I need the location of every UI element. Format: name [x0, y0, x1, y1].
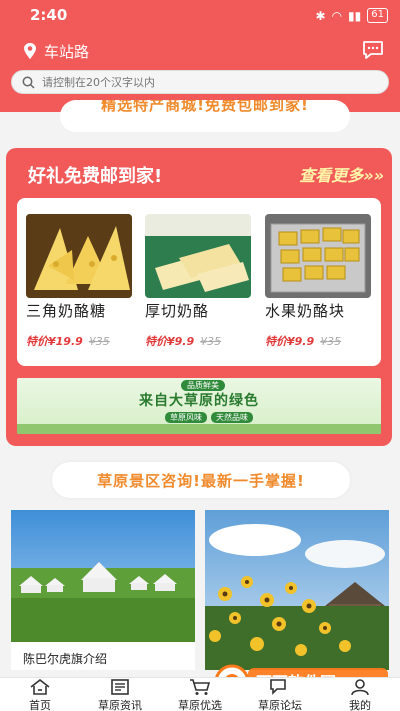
product-name: 厚切奶酪 [145, 302, 210, 320]
old-price: ¥35 [88, 335, 110, 348]
nav-profile[interactable]: 我的 [320, 678, 400, 711]
product-price: 特价¥9.9 ¥35 [145, 333, 253, 349]
article-title: 陈巴尔虎旗介绍 [23, 652, 108, 666]
product-name: 三角奶酪糖 [26, 302, 107, 320]
price-label: 特价 [26, 335, 48, 348]
location-pin-icon[interactable] [22, 42, 38, 60]
nav-label: 草原优选 [178, 699, 222, 711]
grass-decoration [17, 424, 381, 434]
view-more-label: 查看更多 [299, 166, 364, 185]
product-price: 特价¥19.9 ¥35 [26, 333, 134, 349]
nav-news[interactable]: 草原资讯 [80, 678, 160, 711]
product-image [265, 214, 371, 298]
old-price: ¥35 [320, 335, 342, 348]
price-label: 特价 [265, 335, 287, 348]
banner-sub-tag: 天然品味 [211, 412, 253, 423]
home-icon [30, 678, 50, 695]
gift-title: 好礼免费邮到家! [28, 166, 163, 187]
banner-sub-tags: 草原风味 天然品味 [165, 412, 253, 423]
location-selector[interactable]: 车站路 [44, 41, 89, 62]
fruit-cheese-image [265, 214, 371, 298]
search-input[interactable] [42, 73, 372, 91]
product-list: 三角奶酪糖 特价¥19.9 ¥35 厚切奶酪 特价¥9.9 ¥35 水果奶酪块 … [17, 198, 381, 366]
price-value: ¥9.9 [167, 335, 195, 348]
bluetooth-icon: ✱ [315, 8, 326, 23]
product-card[interactable]: 三角奶酪糖 特价¥19.9 ¥35 [26, 214, 134, 349]
nav-home[interactable]: 首页 [0, 678, 80, 711]
top-promo-text: 精选特产商城!免费包邮到家! [101, 100, 309, 114]
location-row: 车站路 [0, 36, 400, 64]
top-promo-banner[interactable]: 精选特产商城!免费包邮到家! [60, 100, 350, 132]
nav-forum[interactable]: 草原论坛 [240, 678, 320, 711]
wifi-icon: ◠ [331, 8, 343, 23]
yurt-grassland-image [11, 510, 195, 642]
nav-label: 草原论坛 [258, 699, 302, 711]
news-icon [111, 679, 129, 695]
status-bar: 2:40 ✱ ◠ ▮▮ 61 [0, 0, 400, 32]
search-icon [22, 76, 35, 89]
product-name: 水果奶酪块 [265, 302, 346, 320]
gift-section: 好礼免费邮到家! 查看更多»» 三角奶酪糖 特价¥19.9 ¥35 厚切奶酪 特… [6, 148, 392, 446]
banner-sub-tag: 草原风味 [165, 412, 207, 423]
product-image [26, 214, 132, 298]
status-icons: ✱ ◠ ▮▮ 61 [315, 8, 388, 23]
product-card[interactable]: 水果奶酪块 特价¥9.9 ¥35 [265, 214, 373, 349]
sunflower-field-image [205, 510, 389, 670]
grassland-ad-banner[interactable]: 品质鲜美 来自大草原的绿色 草原风味 天然品味 [17, 378, 381, 434]
battery-icon: 61 [367, 8, 388, 23]
article-card[interactable] [205, 510, 389, 670]
price-value: ¥9.9 [287, 335, 315, 348]
nav-label: 草原资讯 [98, 699, 142, 711]
nav-shop[interactable]: 草原优选 [160, 678, 240, 711]
header: 2:40 ✱ ◠ ▮▮ 61 车站路 [0, 0, 400, 112]
article-card[interactable]: 陈巴尔虎旗介绍 [11, 510, 195, 670]
double-chevron-icon: »» [363, 166, 384, 185]
cart-icon [190, 679, 211, 695]
message-icon[interactable] [362, 40, 384, 60]
product-price: 特价¥9.9 ¥35 [265, 333, 373, 349]
thick-cheese-image [145, 214, 251, 298]
product-card[interactable]: 厚切奶酪 特价¥9.9 ¥35 [145, 214, 253, 349]
scenic-banner-text: 草原景区咨询!最新一手掌握! [97, 472, 305, 490]
bottom-nav: 首页 草原资讯 草原优选 草原论坛 我的 [0, 677, 400, 711]
old-price: ¥35 [200, 335, 222, 348]
nav-label: 我的 [349, 699, 371, 711]
price-value: ¥19.9 [48, 335, 83, 348]
view-more-link[interactable]: 查看更多»» [299, 162, 384, 186]
banner-main-text: 来自大草原的绿色 [139, 393, 259, 409]
forum-icon [270, 679, 286, 695]
signal-icon: ▮▮ [348, 8, 362, 23]
price-label: 特价 [145, 335, 167, 348]
scenic-info-banner[interactable]: 草原景区咨询!最新一手掌握! [52, 462, 350, 498]
profile-icon [351, 679, 369, 696]
status-time: 2:40 [30, 6, 68, 24]
cheese-candy-image [26, 214, 132, 298]
search-bar[interactable] [11, 70, 389, 94]
nav-label: 首页 [29, 699, 51, 711]
product-image [145, 214, 251, 298]
